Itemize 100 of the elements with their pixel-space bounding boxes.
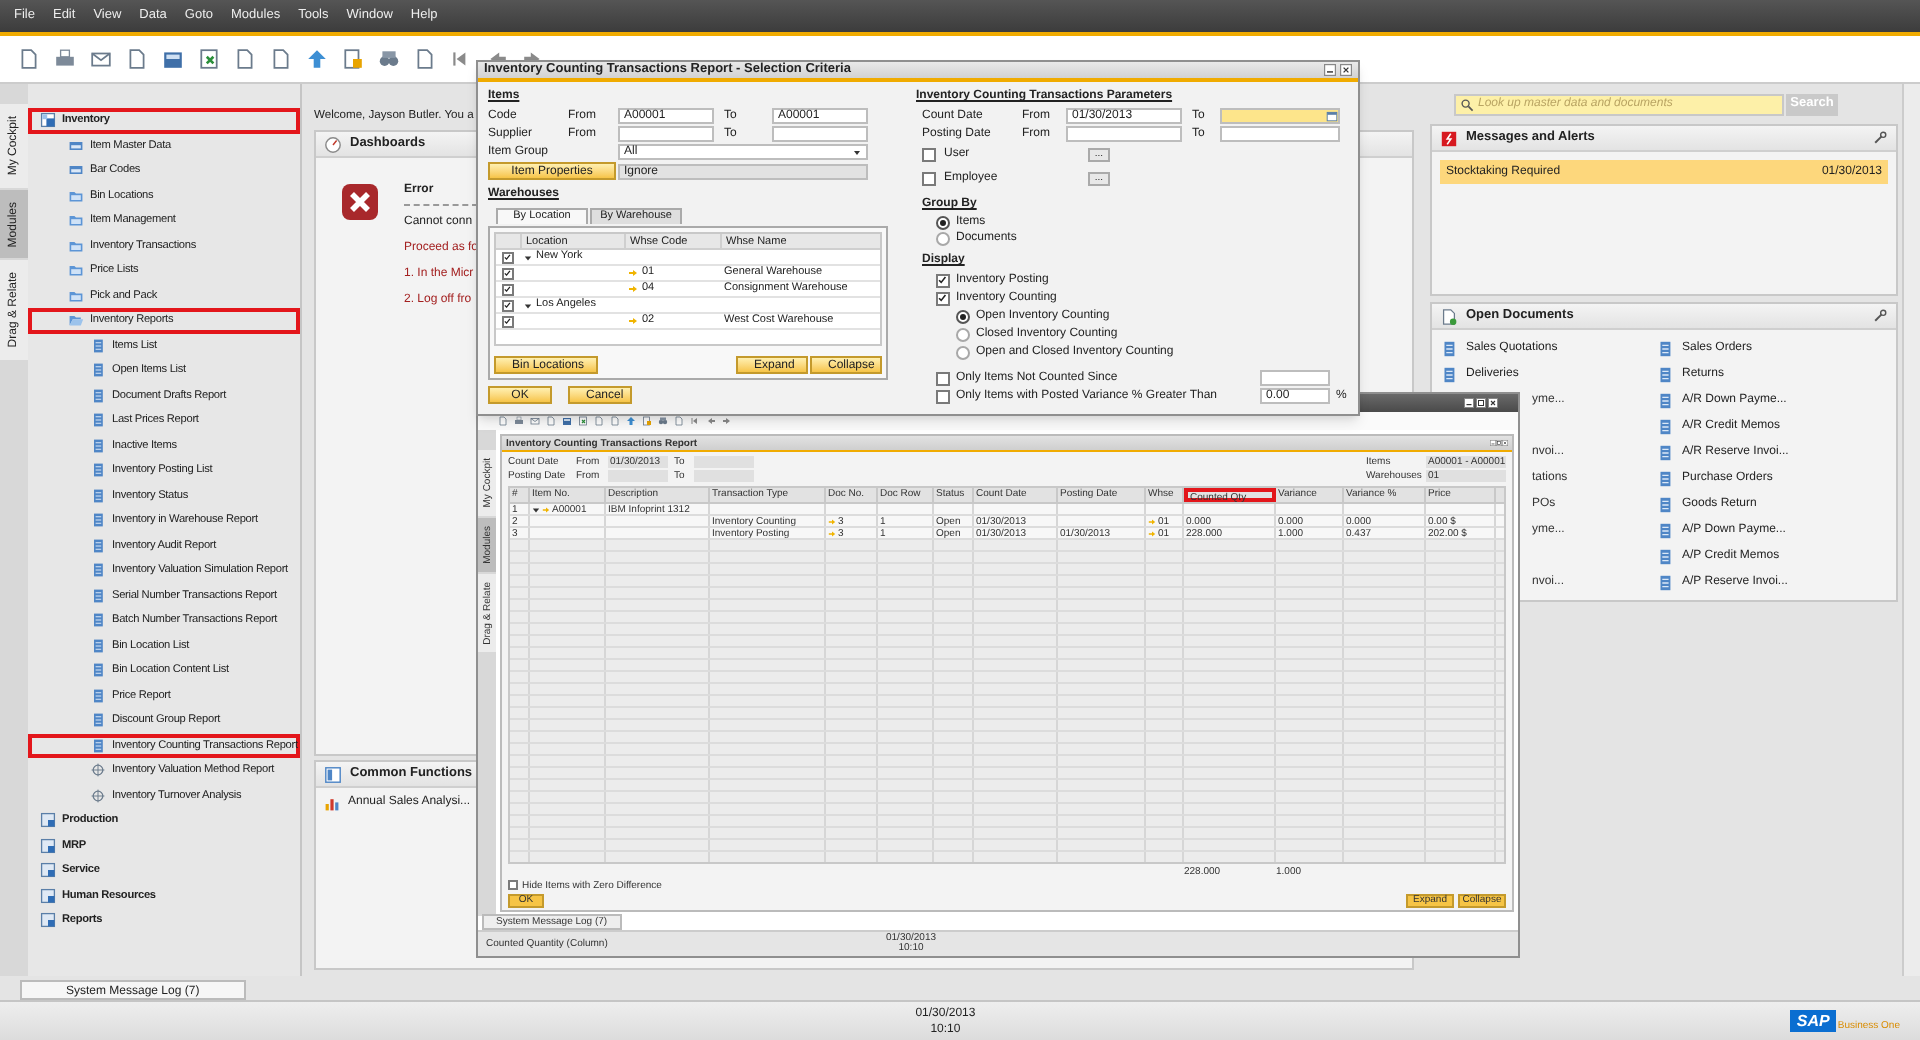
report-icon — [90, 387, 106, 404]
document-icon — [1656, 418, 1674, 436]
input-field[interactable] — [1260, 370, 1330, 386]
report-icon — [90, 637, 106, 654]
module-icon — [40, 112, 56, 129]
radio-button[interactable] — [956, 309, 970, 323]
calculator-icon[interactable] — [162, 48, 184, 70]
module-icon — [40, 812, 56, 829]
checkbox[interactable] — [502, 315, 514, 327]
document-icon — [1656, 392, 1674, 410]
lock-icon[interactable] — [642, 416, 652, 426]
checkbox[interactable] — [502, 283, 514, 295]
document-icon[interactable] — [234, 48, 256, 70]
module-icon — [40, 912, 56, 929]
checkbox[interactable] — [502, 251, 514, 263]
document-icon — [1656, 522, 1674, 540]
input-field[interactable] — [618, 126, 714, 142]
query-icon — [90, 787, 106, 804]
lock-icon[interactable] — [342, 48, 364, 70]
triangle-icon — [524, 253, 532, 261]
maximize-icon[interactable] — [1476, 398, 1486, 408]
document-icon — [1656, 366, 1674, 384]
document-icon — [1656, 548, 1674, 566]
report-icon — [90, 687, 106, 704]
calculator-icon[interactable] — [562, 416, 572, 426]
report-icon — [90, 587, 106, 604]
grid-icon — [324, 765, 342, 783]
radio-button[interactable] — [936, 232, 950, 246]
document-icon — [1440, 340, 1458, 358]
checkbox[interactable] — [936, 273, 950, 287]
gauge-icon — [324, 135, 342, 153]
envelope-icon[interactable] — [530, 416, 540, 426]
input-field[interactable] — [772, 126, 868, 142]
triangle-icon — [532, 505, 540, 513]
expand-arrow-icon[interactable] — [524, 253, 532, 261]
checkbox[interactable] — [922, 148, 936, 162]
report-icon — [90, 462, 106, 479]
checkbox[interactable] — [922, 172, 936, 186]
folder-icon — [68, 262, 84, 279]
wrench-icon[interactable] — [1872, 308, 1888, 324]
document-icon — [1656, 496, 1674, 514]
document-icon[interactable] — [270, 48, 292, 70]
document-icon — [1440, 366, 1458, 384]
minimize-icon[interactable] — [1464, 398, 1474, 408]
alert-icon — [1440, 129, 1458, 147]
close-icon[interactable] — [1488, 398, 1498, 408]
document-icon — [1656, 340, 1674, 358]
checkbox[interactable] — [936, 291, 950, 305]
calendar-icon[interactable] — [1326, 110, 1338, 122]
checkbox[interactable] — [936, 389, 950, 403]
date-field[interactable] — [1220, 126, 1340, 142]
checkbox[interactable] — [502, 299, 514, 311]
caret-icon — [852, 147, 862, 157]
radio-button[interactable] — [936, 216, 950, 230]
report-icon — [90, 662, 106, 679]
checkbox[interactable] — [508, 880, 518, 890]
report-icon — [90, 562, 106, 579]
document-icon[interactable] — [126, 48, 148, 70]
spreadsheet-icon[interactable] — [578, 416, 588, 426]
query-icon — [90, 762, 106, 779]
report-icon — [90, 512, 106, 529]
document-icon — [1656, 444, 1674, 462]
folder-icon — [68, 212, 84, 229]
date-field[interactable] — [1220, 108, 1340, 124]
radio-button[interactable] — [956, 345, 970, 359]
document-icon — [1656, 574, 1674, 592]
error-icon — [340, 182, 380, 222]
module-icon — [40, 887, 56, 904]
binoculars-icon[interactable] — [378, 48, 400, 70]
folder-icon — [68, 237, 84, 254]
report-icon — [90, 487, 106, 504]
wrench-icon[interactable] — [1872, 130, 1888, 146]
minimize-icon[interactable] — [1324, 64, 1336, 76]
spreadsheet-icon[interactable] — [198, 48, 220, 70]
checkbox[interactable] — [502, 267, 514, 279]
close-icon[interactable] — [1340, 64, 1352, 76]
open-folder-icon — [68, 312, 84, 329]
report-icon — [90, 612, 106, 629]
folder-icon — [68, 287, 84, 304]
module-icon — [40, 862, 56, 879]
report-icon — [90, 412, 106, 429]
binoculars-icon[interactable] — [658, 416, 668, 426]
envelope-icon[interactable] — [90, 48, 112, 70]
document-add-icon — [1440, 307, 1458, 325]
expand-arrow-icon[interactable] — [524, 301, 532, 309]
input-field[interactable] — [1066, 126, 1182, 142]
first-arrow-icon[interactable] — [690, 416, 700, 426]
radio-button[interactable] — [956, 327, 970, 341]
document-icon[interactable] — [414, 48, 436, 70]
checkbox[interactable] — [936, 371, 950, 385]
folder-icon — [68, 187, 84, 204]
report-icon — [90, 437, 106, 454]
arrow-up-icon[interactable] — [626, 416, 636, 426]
module-icon — [40, 837, 56, 854]
search-icon — [1460, 97, 1474, 111]
report-icon — [90, 362, 106, 379]
printer-icon[interactable] — [514, 416, 524, 426]
triangle-icon — [524, 301, 532, 309]
arrow-up-icon[interactable] — [306, 48, 328, 70]
printer-icon[interactable] — [54, 48, 76, 70]
